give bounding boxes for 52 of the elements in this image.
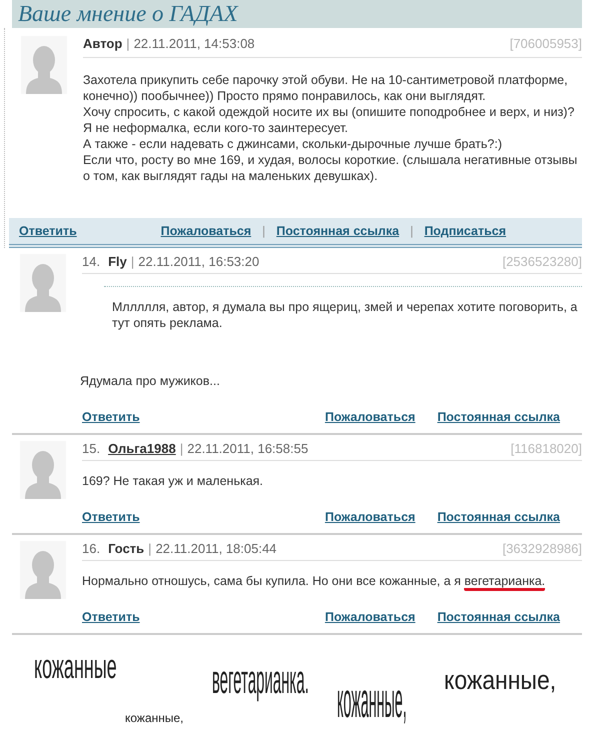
action-link[interactable]: Ответить xyxy=(19,223,77,239)
action-link[interactable]: Пожаловаться xyxy=(324,409,416,425)
comment-date: 22.11.2011, 16:58:55 xyxy=(187,441,308,457)
post-text: Захотела прикупить себе парочку этой обуви. Не на 10-сантиметровой платформе, конечно)) пообычнее)) Просто прямо понравилось, как они выглядят. xyxy=(83,72,569,104)
action-link[interactable]: Постоянная ссылка xyxy=(276,223,400,239)
collage-word: вегетарианка. xyxy=(212,661,309,701)
comment-number: 16. xyxy=(82,541,100,557)
avatar-icon xyxy=(20,254,66,312)
action-link[interactable]: Постоянная ссылка xyxy=(437,609,560,625)
comment-id: [3632928986] xyxy=(502,541,582,557)
action-link[interactable]: Ответить xyxy=(82,409,140,425)
post-text: А также - если надевать с джинсами, скольки-дырочные лучше брать?:) xyxy=(83,136,503,152)
avatar-icon xyxy=(20,541,66,599)
author-name: Fly xyxy=(108,254,127,270)
author-name: Автор xyxy=(83,36,122,52)
comment-number: 15. xyxy=(82,441,100,457)
action-link[interactable]: Пожаловаться xyxy=(160,223,252,239)
avatar-icon xyxy=(21,36,67,94)
separator: | xyxy=(262,223,266,239)
post-text: Если что, росту во мне 169, и худая, волосы короткие. (слышала негативные отзывы о том, как выглядят гады на маленьких девушках). xyxy=(83,152,578,184)
action-link[interactable]: Подписаться xyxy=(424,223,506,239)
action-link[interactable]: Постоянная ссылка xyxy=(437,409,560,425)
avatar-icon xyxy=(20,441,66,499)
separator: | xyxy=(410,223,414,239)
comment-id: [2536523280] xyxy=(502,254,582,270)
collage-word: кожанные, xyxy=(125,712,184,724)
action-link[interactable]: Пожаловаться xyxy=(324,509,416,525)
action-link[interactable]: Постоянная ссылка xyxy=(437,509,560,525)
collage-word: кожанные, xyxy=(444,667,556,694)
post-text: Хочу спросить, с какой одеждой носите их вы (опишите поподробнее и верх, и низ)? Я не неформалка, если кого-то заинтересует. xyxy=(83,104,576,136)
action-link[interactable]: Ответить xyxy=(82,509,140,525)
action-link[interactable]: Ответить xyxy=(82,609,140,625)
comment-date: 22.11.2011, 18:05:44 xyxy=(156,541,277,557)
collage-word: кожанные xyxy=(34,651,117,685)
comment-number: 14. xyxy=(82,254,100,270)
page-title: Ваше мнение о ГАДАХ xyxy=(12,0,582,28)
comment-date: 22.11.2011, 14:53:08 xyxy=(134,36,255,52)
quoted-text: Мллллля, автор, я думала вы про ящериц, змей и черепах хотите поговорить, а тут опять реклама. xyxy=(104,286,582,331)
comment-text: Ядумала про мужиков... xyxy=(80,373,221,389)
author-name: Гость xyxy=(108,541,144,557)
collage-word: кожанные, xyxy=(337,675,407,724)
comment-id: [116818020] xyxy=(510,441,582,457)
separator: | xyxy=(148,541,152,557)
separator: | xyxy=(126,36,130,52)
separator: | xyxy=(180,441,184,457)
comment-id: [706005953] xyxy=(510,36,582,52)
separator: | xyxy=(130,254,134,270)
comment-text: 169? Не такая уж и маленькая. xyxy=(82,473,264,489)
comment-date: 22.11.2011, 16:53:20 xyxy=(138,254,260,270)
author-link[interactable]: Ольга1988 xyxy=(108,441,176,457)
action-link[interactable]: Пожаловаться xyxy=(324,609,416,625)
comment-text: Нормально отношусь, сама бы купила. Но они все кожанные, а я вегетарианка. xyxy=(82,573,582,589)
